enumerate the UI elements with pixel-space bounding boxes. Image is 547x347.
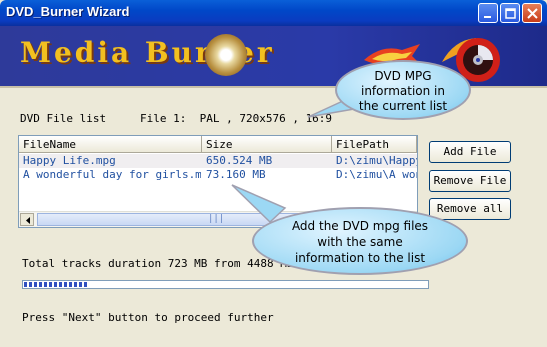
- close-button[interactable]: [522, 3, 542, 23]
- add-files-callout: Add the DVD mpg files with the same info…: [252, 207, 468, 275]
- file-path-cell: D:\zimu\A wond: [336, 168, 417, 181]
- scroll-left-button[interactable]: [20, 213, 34, 226]
- scroll-grip: |||: [208, 214, 225, 224]
- dvd-file-list-label: DVD File list: [20, 112, 107, 125]
- remove-all-button[interactable]: Remove all: [429, 198, 511, 220]
- callout-line: DVD MPG: [374, 69, 432, 83]
- file-name-cell: A wonderful day for girls.mpg: [23, 168, 201, 181]
- disc-glow-icon: [205, 34, 247, 76]
- column-header-filepath[interactable]: FilePath: [332, 136, 417, 153]
- file-size-cell: 73.160 MB: [206, 168, 266, 181]
- next-hint-label: Press "Next" button to proceed further: [22, 311, 274, 324]
- file-info-label: File 1: PAL , 720x576 , 16:9: [140, 112, 333, 125]
- file-size-cell: 650.524 MB: [206, 154, 273, 167]
- minimize-icon: [484, 16, 491, 18]
- progress-bar: [22, 280, 429, 289]
- title-bar: DVD_Burner Wizard: [0, 0, 547, 26]
- column-header-size[interactable]: Size: [202, 136, 332, 153]
- mpg-info-callout: DVD MPG information in the current list: [335, 60, 471, 120]
- callout-line: Add the DVD mpg files: [291, 219, 429, 233]
- file-name-cell: Happy Life.mpg: [23, 154, 116, 167]
- callout-line: information to the list: [294, 251, 426, 265]
- remove-file-button[interactable]: Remove File: [429, 170, 511, 192]
- callout-line: with the same: [317, 235, 403, 249]
- close-icon: [527, 8, 538, 19]
- chevron-left-icon: [26, 217, 30, 224]
- maximize-button[interactable]: [500, 3, 520, 23]
- maximize-icon: [505, 8, 516, 19]
- file-path-cell: D:\zimu\Happy: [336, 154, 417, 167]
- callout-line: information in: [360, 84, 445, 98]
- table-row[interactable]: Happy Life.mpg 650.524 MB D:\zimu\Happy: [19, 154, 417, 168]
- column-header-filename[interactable]: FileName: [19, 136, 202, 153]
- minimize-button[interactable]: [478, 3, 498, 23]
- add-file-button[interactable]: Add File: [429, 141, 511, 163]
- callout-line: the current list: [358, 99, 448, 113]
- window-title: DVD_Burner Wizard: [6, 4, 130, 19]
- table-row[interactable]: A wonderful day for girls.mpg 73.160 MB …: [19, 168, 417, 182]
- progress-fill: [24, 282, 88, 287]
